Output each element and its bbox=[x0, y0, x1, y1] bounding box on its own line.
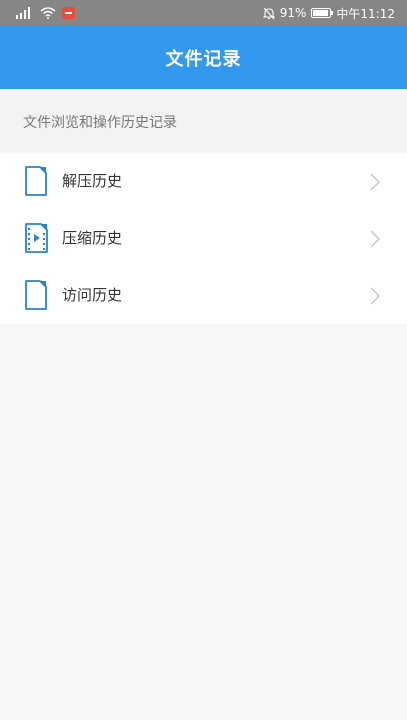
list-item-access-history[interactable]: 访问历史 bbox=[0, 267, 407, 324]
chevron-right-icon bbox=[369, 229, 381, 249]
chevron-right-icon bbox=[369, 172, 381, 192]
list-item-label: 访问历史 bbox=[62, 286, 123, 304]
list-item-extract-history[interactable]: 解压历史 bbox=[0, 153, 407, 210]
document-icon bbox=[24, 165, 48, 197]
status-right: 91% 中午11:12 bbox=[262, 0, 395, 26]
app-bar: 文件记录 bbox=[0, 26, 407, 89]
list-item-label: 压缩历史 bbox=[62, 229, 123, 247]
bell-off-icon bbox=[262, 7, 275, 20]
signal-icon bbox=[14, 7, 34, 19]
page-title: 文件记录 bbox=[165, 48, 242, 70]
video-file-icon bbox=[24, 222, 48, 254]
chevron-right-icon bbox=[369, 286, 381, 306]
status-bar: 91% 中午11:12 bbox=[0, 0, 407, 26]
clock: 中午11:12 bbox=[336, 6, 395, 21]
list-item-label: 解压历史 bbox=[62, 172, 123, 190]
wifi-icon bbox=[40, 7, 56, 19]
battery-percent: 91% bbox=[279, 6, 307, 20]
document-icon bbox=[24, 279, 48, 311]
notification-icon bbox=[62, 7, 75, 19]
status-left bbox=[14, 0, 75, 26]
section-header-label: 文件浏览和操作历史记录 bbox=[23, 115, 177, 131]
section-header: 文件浏览和操作历史记录 bbox=[0, 89, 407, 153]
battery-icon bbox=[311, 8, 334, 18]
history-list: 解压历史 压缩历史 访问历史 bbox=[0, 153, 407, 324]
list-item-compress-history[interactable]: 压缩历史 bbox=[0, 210, 407, 267]
